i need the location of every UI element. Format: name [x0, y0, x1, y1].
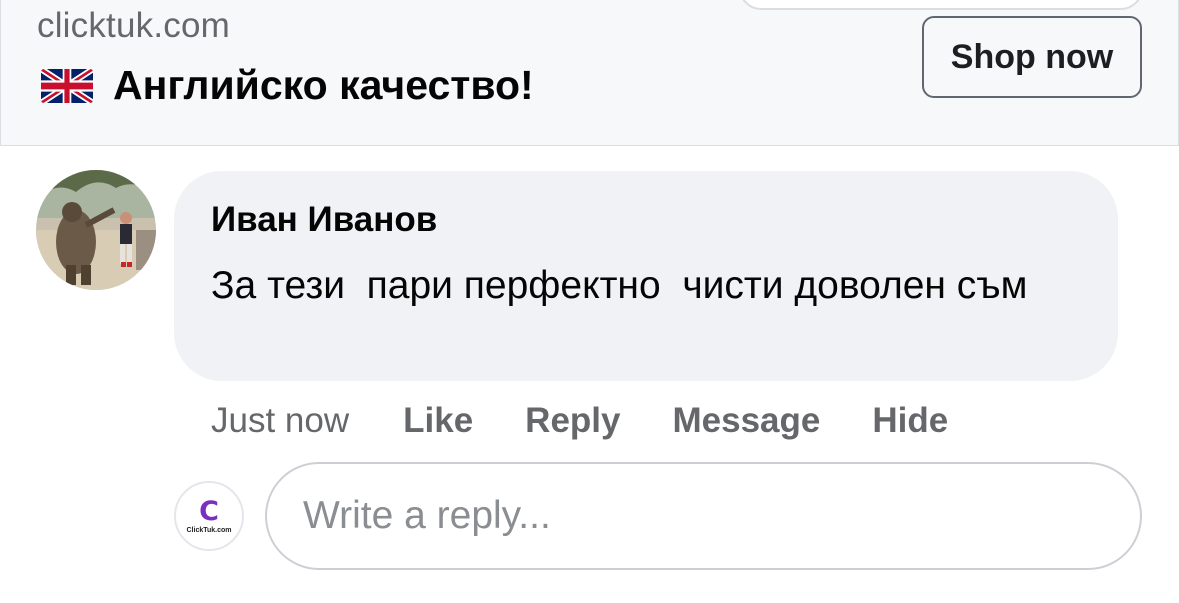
comment-actions: Just now Like Reply Message Hide: [211, 398, 1000, 444]
reply-button[interactable]: Reply: [525, 401, 620, 441]
shop-now-button[interactable]: Shop now: [922, 16, 1142, 98]
ad-top-pill: [739, 0, 1143, 10]
ad-card: clicktuk.com Английско качество! Shop no…: [0, 0, 1179, 146]
comment-bubble: Иван Иванов За тези пари перфектно чисти…: [174, 171, 1118, 381]
page-avatar-text: ClickTuk.com: [186, 526, 232, 534]
commenter-avatar[interactable]: [36, 170, 156, 290]
message-button[interactable]: Message: [672, 401, 820, 441]
hide-button[interactable]: Hide: [872, 401, 948, 441]
page-avatar-letter: C: [199, 495, 219, 527]
ad-domain: clicktuk.com: [37, 6, 230, 45]
ad-headline: Английско качество!: [113, 62, 534, 108]
comment-author[interactable]: Иван Иванов: [211, 197, 1082, 243]
ad-headline-row: Английско качество!: [41, 62, 534, 109]
comment-timestamp: Just now: [211, 401, 350, 440]
page-avatar: C ClickTuk.com: [174, 481, 244, 551]
uk-flag-icon: [41, 68, 93, 103]
reply-input[interactable]: [265, 462, 1142, 570]
like-button[interactable]: Like: [403, 401, 473, 441]
comment-text: За тези пари перфектно чисти доволен съм: [211, 264, 1028, 307]
